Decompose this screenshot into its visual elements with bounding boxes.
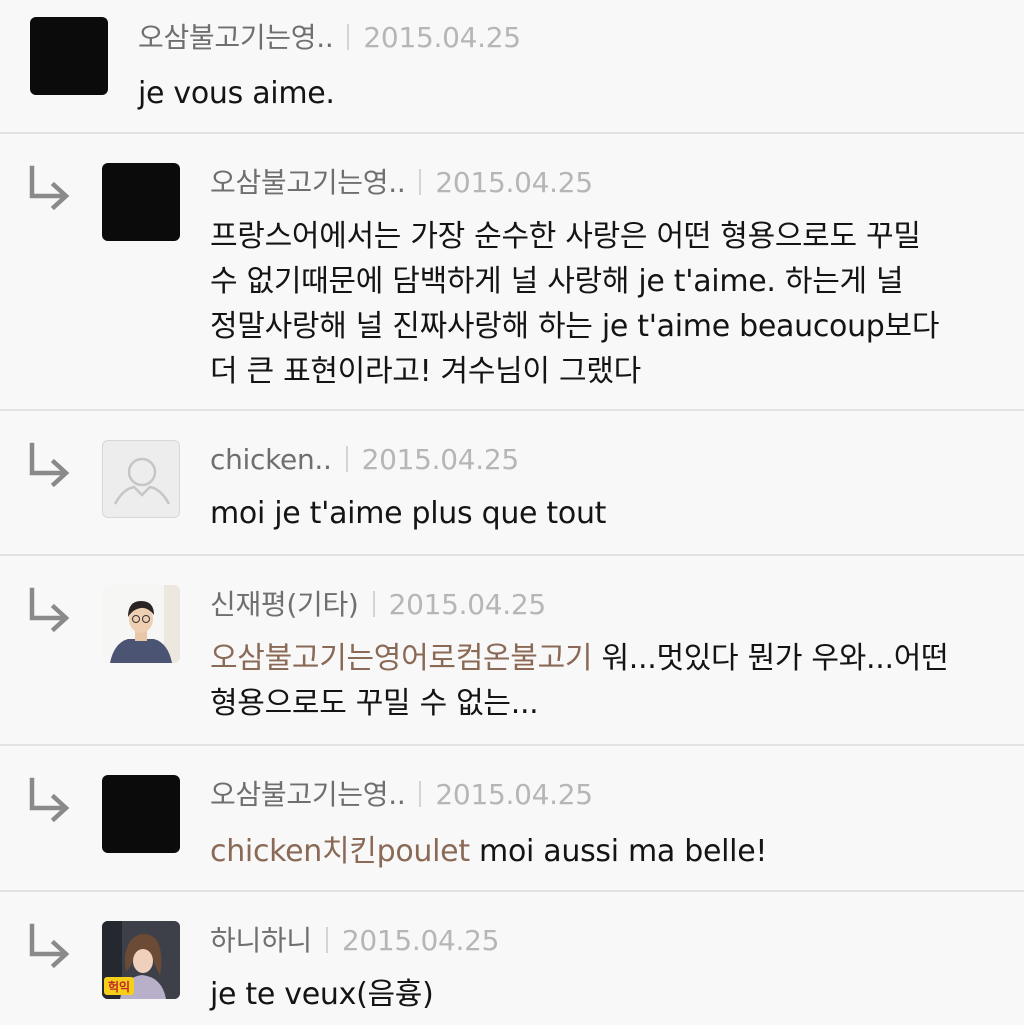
comment-text-line: 수 없기때문에 담백하게 널 사랑해 je t'aime. 하는게 널 [210, 264, 904, 299]
comment-meta: 오삼불고기는영.. 2015.04.25 [138, 18, 521, 58]
avatar[interactable] [102, 775, 180, 853]
comment-meta: chicken.. 2015.04.25 [210, 440, 519, 480]
comment-text-line: 더 큰 표현이라고! 겨수님이 그랬다 [210, 354, 641, 389]
comment-meta: 오삼불고기는영.. 2015.04.25 [210, 775, 593, 815]
person-photo-icon: 헉익 [102, 921, 180, 999]
reply-item: 신재평(기타) 2015.04.25 오삼불고기는영어로컴온불고기 워...멋있다… [0, 556, 1024, 746]
avatar[interactable]: 헉익 [102, 921, 180, 999]
comment-text-line: 형용으로도 꾸밀 수 없는... [210, 686, 539, 721]
comment-text-line: 오삼불고기는영어로컴온불고기 워...멋있다 뭔가 우와...어떤 [210, 636, 949, 681]
reply-arrow-icon [29, 587, 70, 632]
reply-arrow-icon [29, 442, 70, 487]
meta-separator [372, 591, 375, 617]
comment-text: je vous aime. [138, 76, 335, 111]
avatar[interactable] [102, 163, 180, 241]
comment-text: moi aussi ma belle! [469, 834, 768, 869]
meta-separator [347, 24, 350, 50]
comment-author[interactable]: 신재평(기타) [210, 588, 359, 621]
comment-date: 2015.04.25 [341, 924, 500, 957]
meta-separator [325, 927, 328, 953]
comment-author[interactable]: 오삼불고기는영.. [210, 166, 406, 199]
person-photo-icon [102, 585, 180, 663]
comment-meta: 신재평(기타) 2015.04.25 [210, 585, 546, 625]
comment-text-line: 프랑스어에서는 가장 순수한 사랑은 어떤 형용으로도 꾸밀 [210, 219, 921, 254]
comment-author[interactable]: chicken.. [210, 443, 332, 476]
comment-date: 2015.04.25 [363, 21, 521, 54]
avatar[interactable] [102, 585, 180, 663]
comment-text: je te veux(음흉) [210, 977, 434, 1012]
meta-separator [419, 169, 422, 195]
comment-date: 2015.04.25 [361, 443, 520, 476]
avatar[interactable] [30, 17, 108, 95]
comment-date: 2015.04.25 [388, 588, 547, 621]
comment-author[interactable]: 오삼불고기는영.. [210, 778, 406, 811]
reply-item: 헉익 하니하니 2015.04.25 je te veux(음흉) [0, 892, 1024, 1025]
comment-text-line: 정말사랑해 널 진짜사랑해 하는 je t'aime beaucoup보다 [210, 309, 940, 344]
comment-text: moi je t'aime plus que tout [210, 496, 607, 531]
comment-author[interactable]: 하니하니 [210, 924, 312, 957]
avatar[interactable] [102, 440, 180, 518]
meta-separator [419, 781, 422, 807]
reply-item: 오삼불고기는영.. 2015.04.25 프랑스어에서는 가장 순수한 사랑은 어… [0, 134, 1024, 411]
reply-arrow-icon [29, 923, 70, 968]
comment-date: 2015.04.25 [435, 778, 593, 811]
reply-arrow-icon [29, 777, 70, 822]
comment-text: 워...멋있다 뭔가 우와...어떤 [592, 641, 949, 676]
comment-item: 오삼불고기는영.. 2015.04.25 je vous aime. [0, 0, 1024, 134]
meta-separator [345, 446, 348, 472]
default-user-icon [113, 457, 171, 505]
reply-item: chicken.. 2015.04.25 moi je t'aime plus q… [0, 411, 1024, 556]
comment-meta: 하니하니 2015.04.25 [210, 921, 499, 961]
comment-meta: 오삼불고기는영.. 2015.04.25 [210, 163, 593, 203]
mention-link[interactable]: chicken치킨poulet [210, 834, 470, 869]
comment-date: 2015.04.25 [435, 166, 593, 199]
avatar-badge-text: 헉익 [108, 979, 130, 994]
mention-link[interactable]: 오삼불고기는영어로컴온불고기 [210, 641, 593, 676]
reply-arrow-icon [29, 165, 70, 210]
reply-item: 오삼불고기는영.. 2015.04.25 chicken치킨poulet moi … [0, 746, 1024, 892]
comment-author[interactable]: 오삼불고기는영.. [138, 21, 334, 54]
comment-text-line: chicken치킨poulet moi aussi ma belle! [210, 829, 767, 874]
